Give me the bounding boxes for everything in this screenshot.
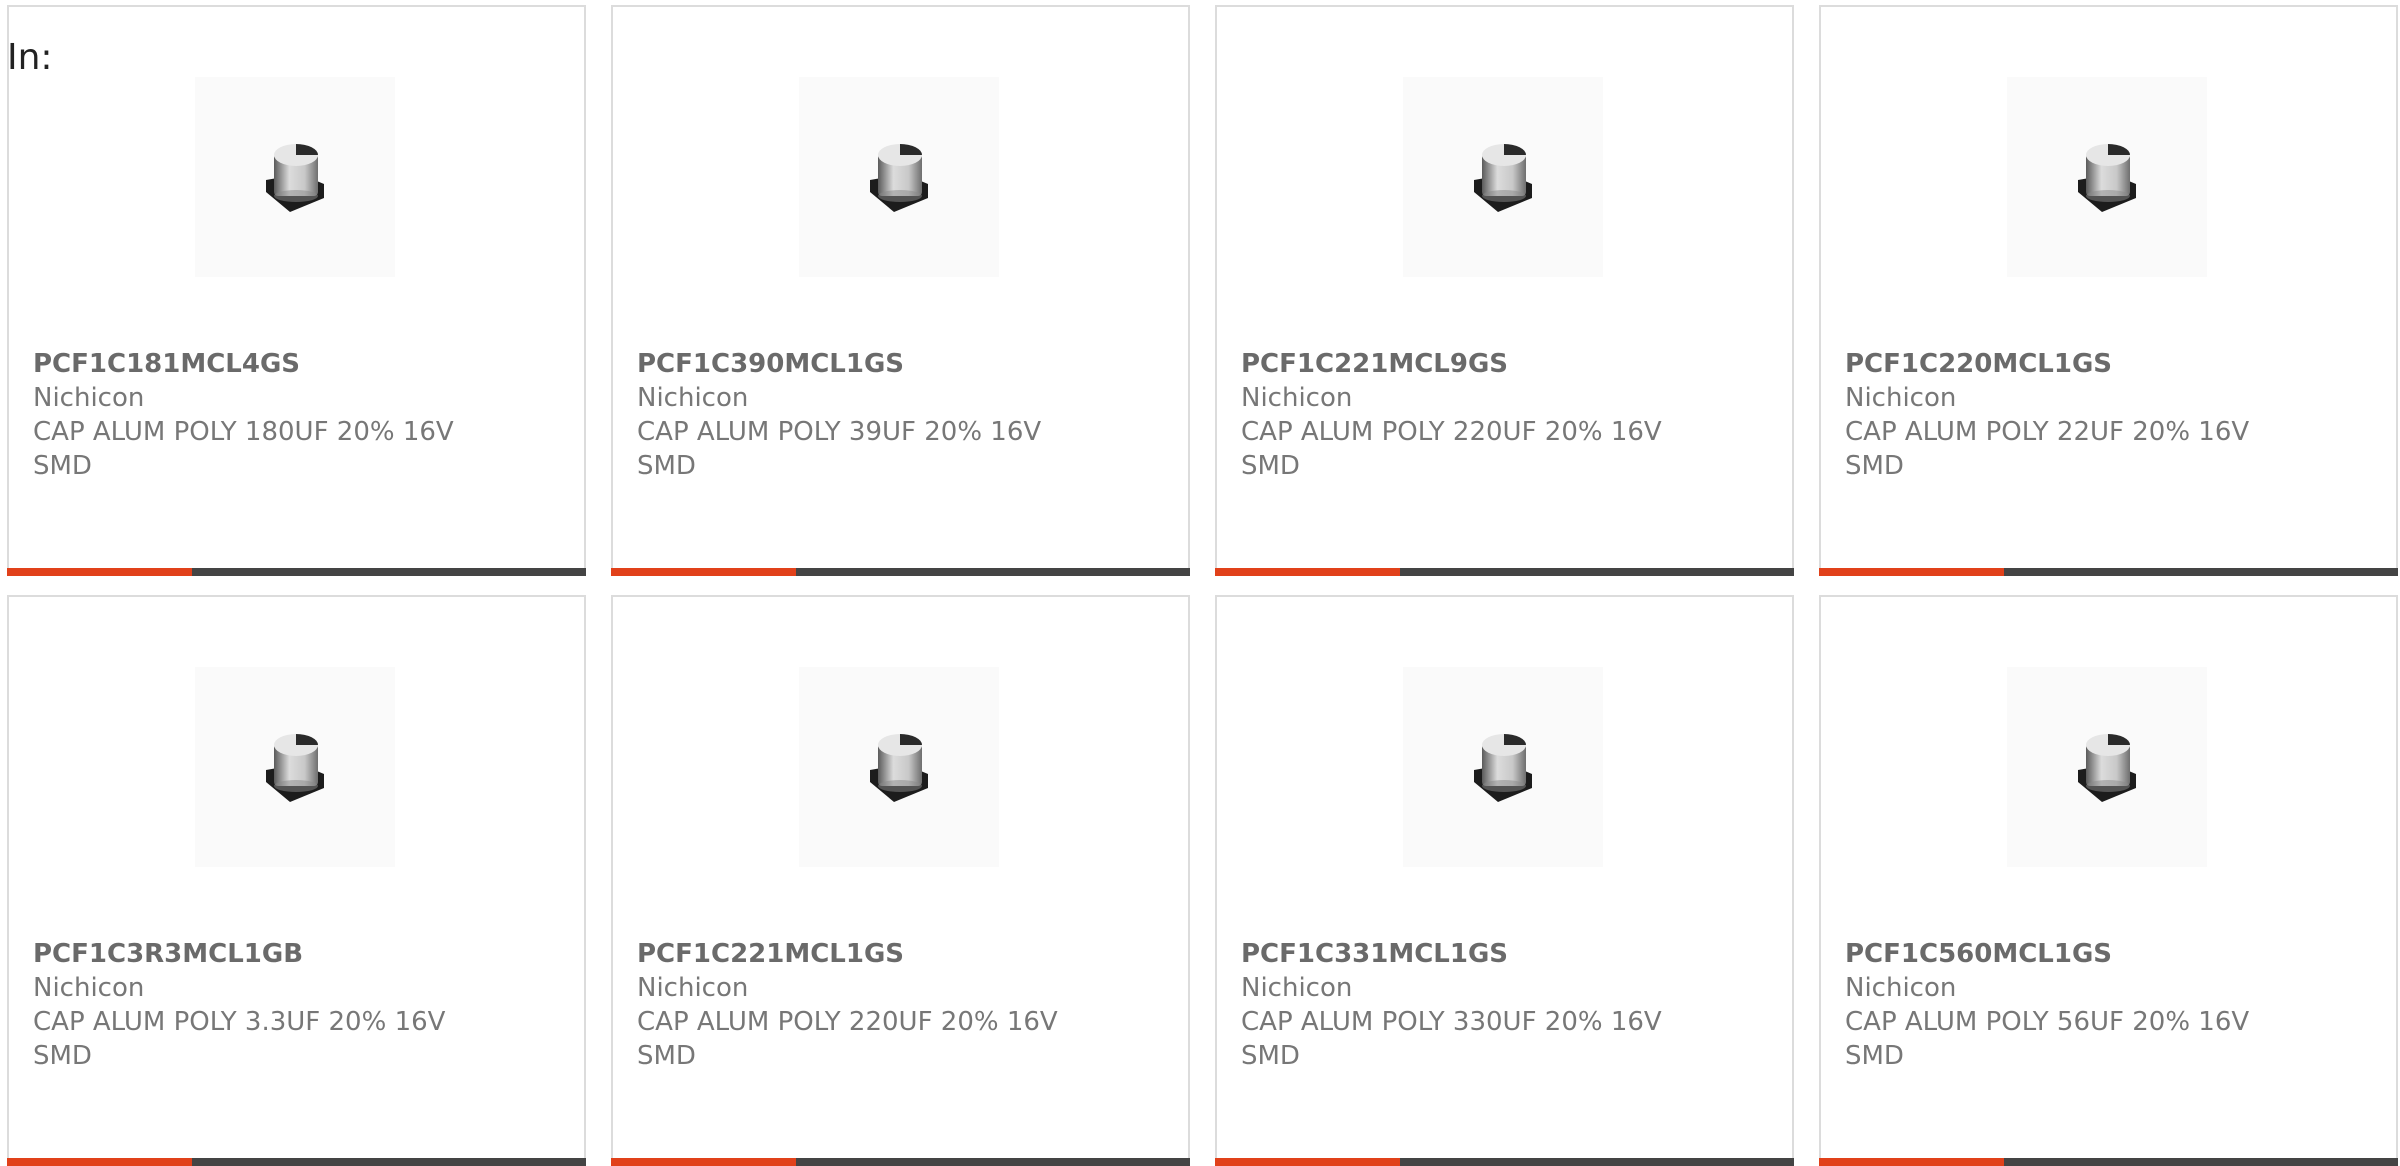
package: SMD <box>637 1041 696 1071</box>
part-number[interactable]: PCF1C221MCL1GS <box>637 937 1157 971</box>
manufacturer: Nichicon <box>33 973 145 1003</box>
card-bar-rest <box>192 568 586 576</box>
card-bar-rest <box>2004 1158 2398 1166</box>
card-bar-accent <box>7 1158 192 1166</box>
package: SMD <box>1241 1041 1300 1071</box>
card-bar-rest <box>796 568 1190 576</box>
capacitor-smd-icon[interactable] <box>1403 667 1603 867</box>
card-bar-accent <box>1215 1158 1400 1166</box>
description: CAP ALUM POLY 3.3UF 20% 16V <box>33 1007 446 1037</box>
capacitor-smd-icon[interactable] <box>1403 77 1603 277</box>
product-card[interactable]: PCF1C221MCL1GS Nichicon CAP ALUM POLY 22… <box>611 595 1190 1166</box>
part-number[interactable]: PCF1C3R3MCL1GB <box>33 937 553 971</box>
capacitor-smd-icon[interactable] <box>2007 667 2207 867</box>
card-bottom-bar <box>1819 568 2398 576</box>
card-bar-accent <box>1819 568 2004 576</box>
package: SMD <box>637 451 696 481</box>
page-heading: In: <box>7 37 53 78</box>
product-card[interactable]: PCF1C3R3MCL1GB Nichicon CAP ALUM POLY 3.… <box>7 595 586 1166</box>
product-card[interactable]: PCF1C560MCL1GS Nichicon CAP ALUM POLY 56… <box>1819 595 2398 1166</box>
card-bottom-bar <box>7 568 586 576</box>
part-number[interactable]: PCF1C181MCL4GS <box>33 347 553 381</box>
card-bottom-bar <box>1215 568 1794 576</box>
product-info: PCF1C390MCL1GS Nichicon CAP ALUM POLY 39… <box>637 347 1157 483</box>
description: CAP ALUM POLY 22UF 20% 16V <box>1845 417 2250 447</box>
card-bottom-bar <box>1819 1158 2398 1166</box>
manufacturer: Nichicon <box>1845 383 1957 413</box>
package: SMD <box>1845 451 1904 481</box>
card-bar-rest <box>796 1158 1190 1166</box>
card-bottom-bar <box>7 1158 586 1166</box>
description: CAP ALUM POLY 220UF 20% 16V <box>637 1007 1058 1037</box>
part-number[interactable]: PCF1C331MCL1GS <box>1241 937 1761 971</box>
package: SMD <box>1845 1041 1904 1071</box>
manufacturer: Nichicon <box>1241 383 1353 413</box>
manufacturer: Nichicon <box>637 383 749 413</box>
capacitor-smd-icon[interactable] <box>799 667 999 867</box>
part-number[interactable]: PCF1C560MCL1GS <box>1845 937 2365 971</box>
capacitor-smd-icon[interactable] <box>195 77 395 277</box>
product-info: PCF1C220MCL1GS Nichicon CAP ALUM POLY 22… <box>1845 347 2365 483</box>
part-number[interactable]: PCF1C390MCL1GS <box>637 347 1157 381</box>
product-card[interactable]: PCF1C181MCL4GS Nichicon CAP ALUM POLY 18… <box>7 5 586 576</box>
product-info: PCF1C3R3MCL1GB Nichicon CAP ALUM POLY 3.… <box>33 937 553 1073</box>
product-card[interactable]: PCF1C220MCL1GS Nichicon CAP ALUM POLY 22… <box>1819 5 2398 576</box>
capacitor-smd-icon[interactable] <box>195 667 395 867</box>
package: SMD <box>33 1041 92 1071</box>
card-bar-accent <box>611 568 796 576</box>
package: SMD <box>1241 451 1300 481</box>
card-bar-accent <box>1819 1158 2004 1166</box>
description: CAP ALUM POLY 180UF 20% 16V <box>33 417 454 447</box>
card-bar-accent <box>611 1158 796 1166</box>
description: CAP ALUM POLY 220UF 20% 16V <box>1241 417 1662 447</box>
capacitor-smd-icon[interactable] <box>799 77 999 277</box>
card-bar-accent <box>1215 568 1400 576</box>
card-bar-rest <box>1400 568 1794 576</box>
manufacturer: Nichicon <box>33 383 145 413</box>
product-info: PCF1C221MCL1GS Nichicon CAP ALUM POLY 22… <box>637 937 1157 1073</box>
manufacturer: Nichicon <box>1845 973 1957 1003</box>
part-number[interactable]: PCF1C221MCL9GS <box>1241 347 1761 381</box>
card-bar-rest <box>1400 1158 1794 1166</box>
capacitor-smd-icon[interactable] <box>2007 77 2207 277</box>
product-card[interactable]: PCF1C331MCL1GS Nichicon CAP ALUM POLY 33… <box>1215 595 1794 1166</box>
package: SMD <box>33 451 92 481</box>
part-number[interactable]: PCF1C220MCL1GS <box>1845 347 2365 381</box>
card-bar-rest <box>192 1158 586 1166</box>
description: CAP ALUM POLY 330UF 20% 16V <box>1241 1007 1662 1037</box>
product-info: PCF1C181MCL4GS Nichicon CAP ALUM POLY 18… <box>33 347 553 483</box>
card-bottom-bar <box>1215 1158 1794 1166</box>
card-bottom-bar <box>611 1158 1190 1166</box>
product-info: PCF1C221MCL9GS Nichicon CAP ALUM POLY 22… <box>1241 347 1761 483</box>
manufacturer: Nichicon <box>637 973 749 1003</box>
card-bar-accent <box>7 568 192 576</box>
card-bottom-bar <box>611 568 1190 576</box>
product-info: PCF1C560MCL1GS Nichicon CAP ALUM POLY 56… <box>1845 937 2365 1073</box>
card-bar-rest <box>2004 568 2398 576</box>
product-card[interactable]: PCF1C390MCL1GS Nichicon CAP ALUM POLY 39… <box>611 5 1190 576</box>
description: CAP ALUM POLY 39UF 20% 16V <box>637 417 1042 447</box>
product-info: PCF1C331MCL1GS Nichicon CAP ALUM POLY 33… <box>1241 937 1761 1073</box>
product-card[interactable]: PCF1C221MCL9GS Nichicon CAP ALUM POLY 22… <box>1215 5 1794 576</box>
description: CAP ALUM POLY 56UF 20% 16V <box>1845 1007 2250 1037</box>
manufacturer: Nichicon <box>1241 973 1353 1003</box>
product-grid: PCF1C181MCL4GS Nichicon CAP ALUM POLY 18… <box>7 5 2398 1166</box>
